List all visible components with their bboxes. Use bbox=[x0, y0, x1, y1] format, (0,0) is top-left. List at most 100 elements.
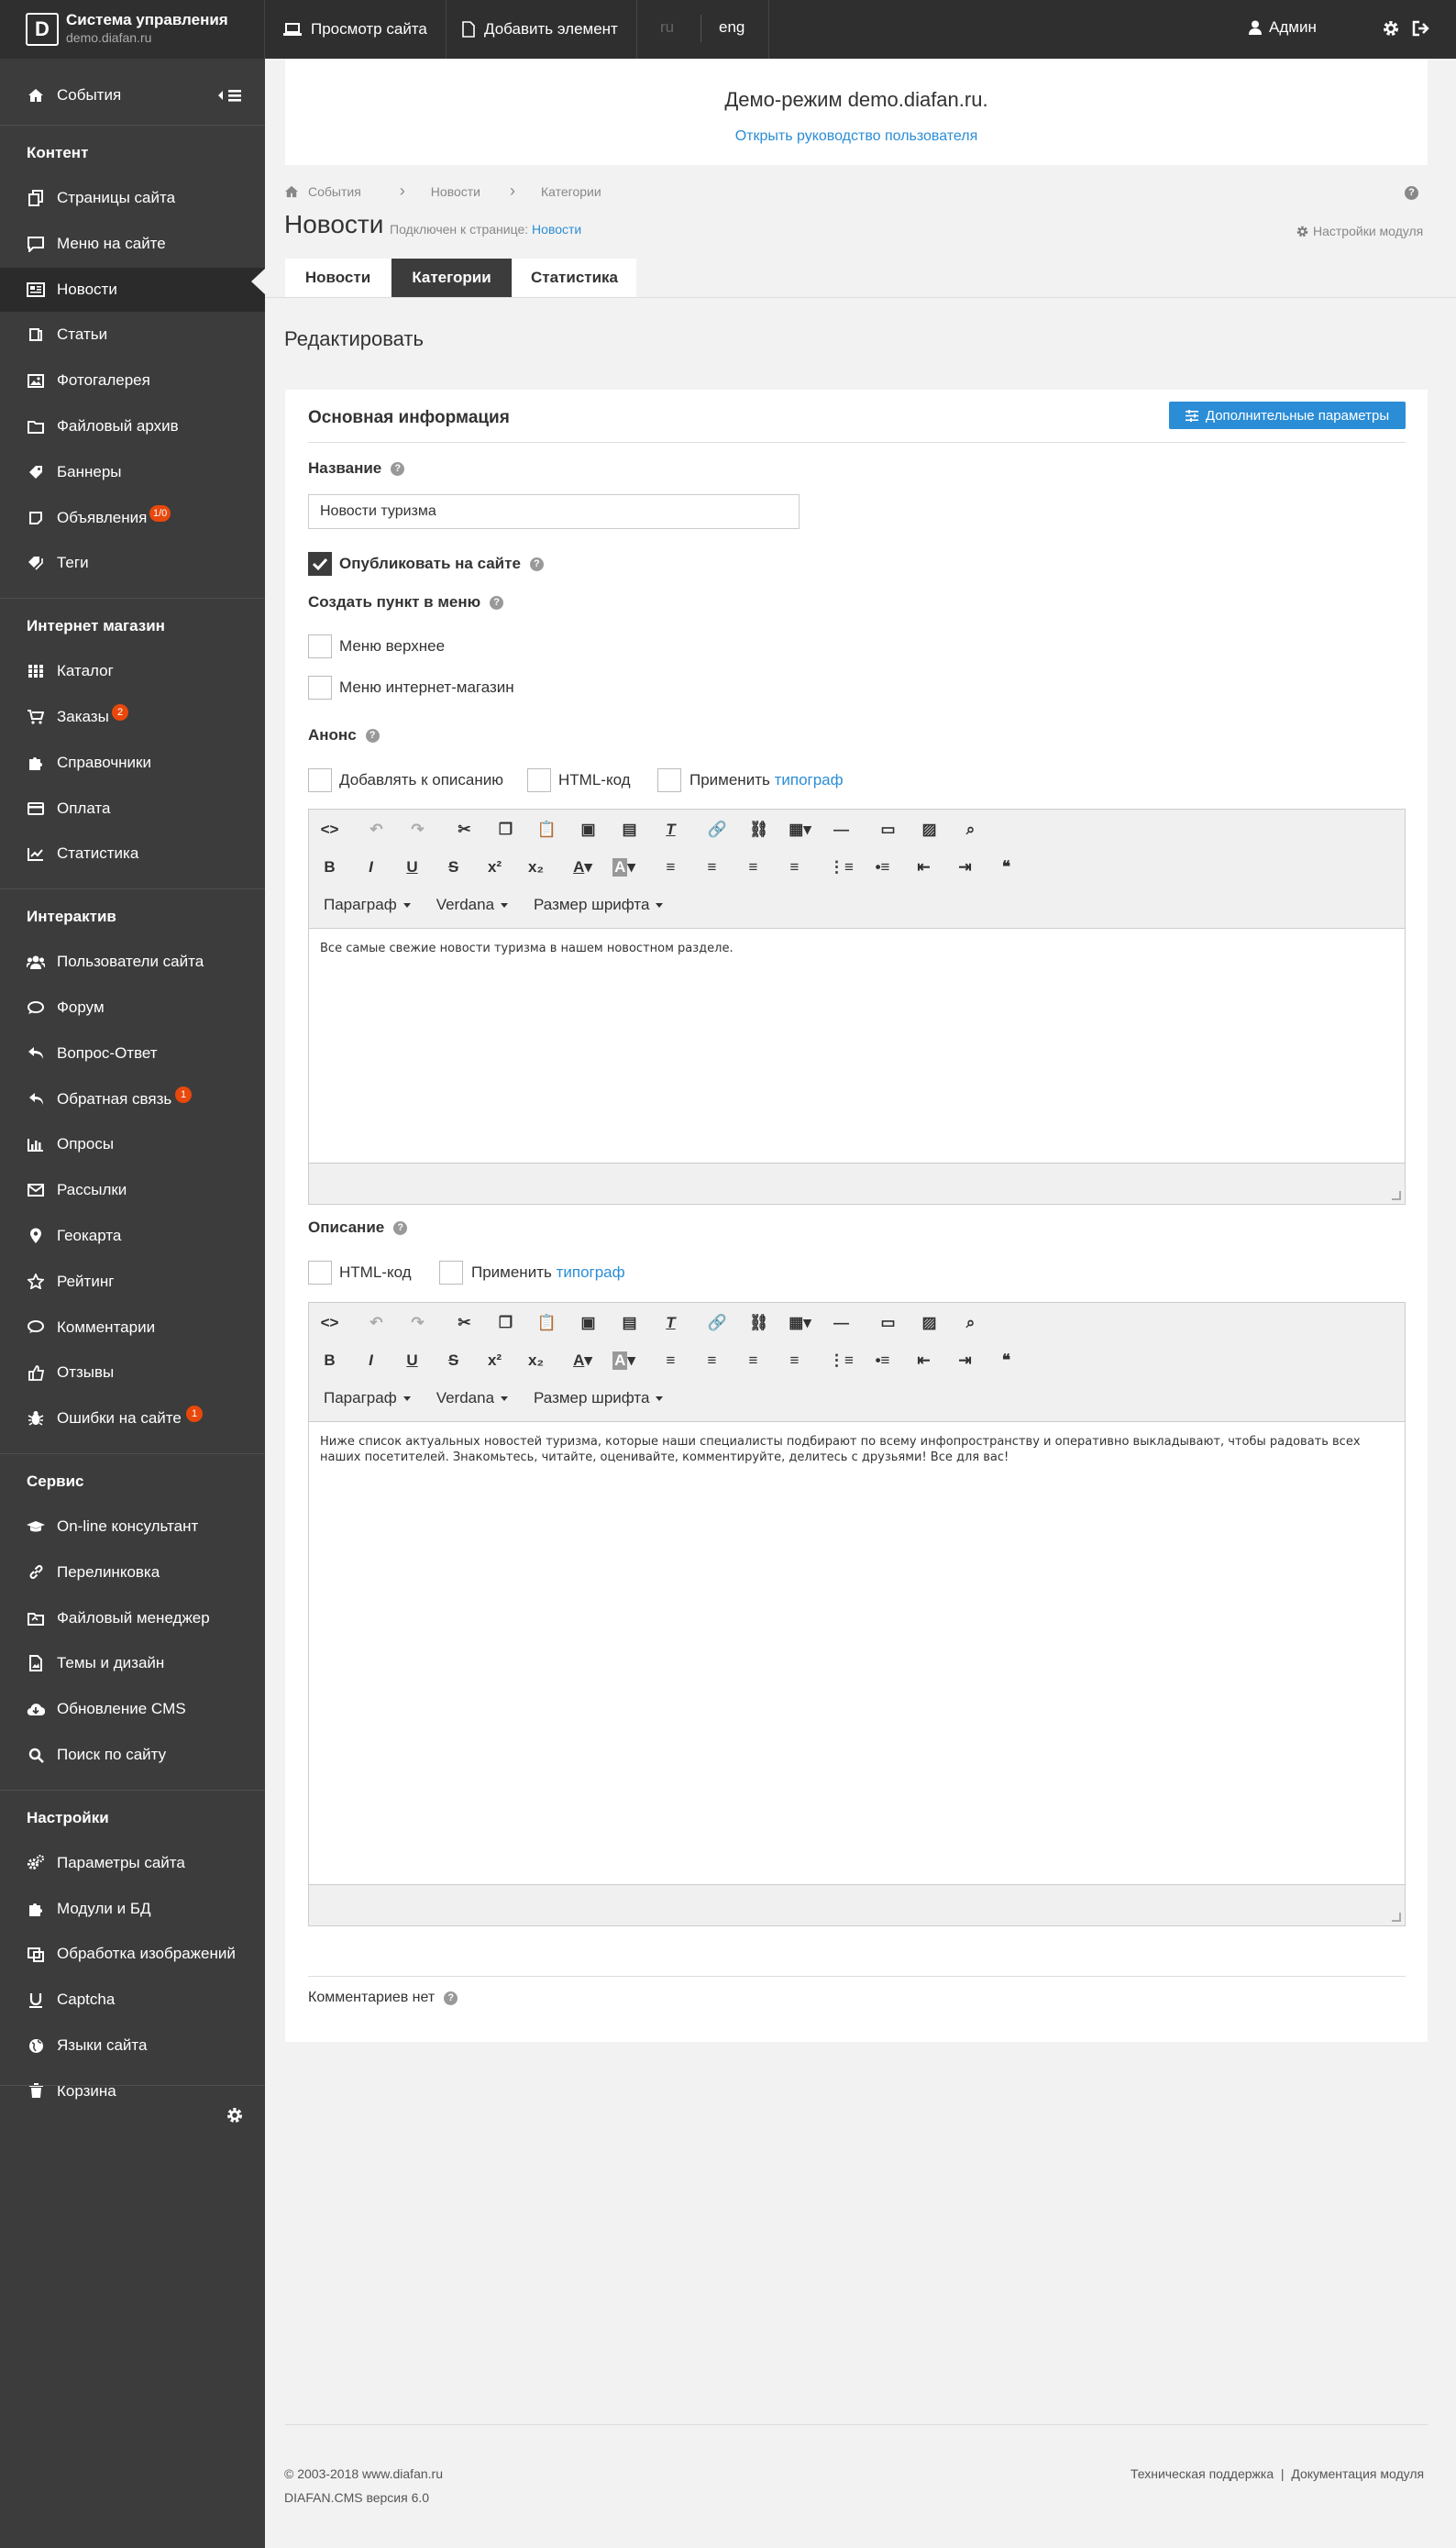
sidebar-item[interactable]: Отзывы bbox=[0, 1351, 265, 1395]
sidebar-item[interactable]: Страницы сайта bbox=[0, 176, 265, 220]
resize-grip-icon[interactable] bbox=[1392, 1191, 1401, 1200]
strikethrough-icon[interactable]: S bbox=[433, 851, 474, 884]
sidebar-item[interactable]: Корзина bbox=[0, 2069, 265, 2113]
cut-icon[interactable]: ✂ bbox=[444, 1307, 485, 1340]
sidebar-item-events[interactable]: События bbox=[0, 73, 265, 117]
remove-format-icon[interactable]: T bbox=[650, 1307, 691, 1340]
subscript-icon[interactable]: x₂ bbox=[515, 851, 557, 884]
publish-checkbox[interactable] bbox=[308, 552, 332, 576]
image-icon[interactable]: ▨ bbox=[909, 1307, 950, 1340]
tab-news[interactable]: Новости bbox=[285, 259, 391, 297]
unlink-icon[interactable]: ⛓ bbox=[738, 1307, 779, 1340]
sidebar-settings-gear-icon[interactable] bbox=[226, 2107, 243, 2123]
ordered-list-icon[interactable]: ⋮≡ bbox=[821, 851, 862, 884]
outdent-icon[interactable]: ⇤ bbox=[903, 1344, 944, 1377]
font-size-dropdown[interactable]: Размер шрифта bbox=[521, 896, 676, 914]
help-icon[interactable]: ? bbox=[391, 461, 405, 476]
image-manager-icon[interactable]: ⌕ bbox=[950, 813, 991, 846]
connected-page-link[interactable]: Новости bbox=[532, 222, 581, 237]
table-icon[interactable]: ▦▾ bbox=[779, 813, 821, 846]
unordered-list-icon[interactable]: •≡ bbox=[862, 851, 903, 884]
sidebar-item[interactable]: Пользователи сайта bbox=[0, 940, 265, 984]
media-icon[interactable]: ▭ bbox=[867, 813, 909, 846]
link-icon[interactable]: 🔗 bbox=[697, 813, 738, 846]
tab-categories[interactable]: Категории bbox=[392, 259, 512, 297]
desc-html-checkbox[interactable] bbox=[308, 1261, 332, 1285]
sidebar-item[interactable]: Перелинковка bbox=[0, 1550, 265, 1594]
help-icon[interactable]: ? bbox=[490, 595, 504, 610]
image-manager-icon[interactable]: ⌕ bbox=[950, 1307, 991, 1340]
sidebar-item[interactable]: Обновление CMS bbox=[0, 1687, 265, 1731]
superscript-icon[interactable]: x² bbox=[474, 1344, 515, 1377]
support-link[interactable]: Техническая поддержка bbox=[1131, 2466, 1274, 2481]
bg-color-icon[interactable]: A ▾ bbox=[603, 1344, 645, 1377]
subscript-icon[interactable]: x₂ bbox=[515, 1344, 557, 1377]
align-justify-icon[interactable]: ≡ bbox=[774, 851, 815, 884]
horizontal-rule-icon[interactable]: — bbox=[821, 1307, 862, 1340]
sidebar-item[interactable]: Заказы 2 bbox=[0, 695, 265, 739]
add-element-button[interactable]: Добавить элемент bbox=[444, 0, 637, 59]
bold-icon[interactable]: B bbox=[309, 1344, 350, 1377]
help-icon[interactable]: ? bbox=[365, 728, 380, 743]
sidebar-item[interactable]: Языки сайта bbox=[0, 2024, 265, 2068]
align-justify-icon[interactable]: ≡ bbox=[774, 1344, 815, 1377]
ordered-list-icon[interactable]: ⋮≡ bbox=[821, 1344, 862, 1377]
source-code-icon[interactable]: <> bbox=[309, 1307, 350, 1340]
gear-icon[interactable] bbox=[1383, 20, 1399, 37]
sidebar-item[interactable]: Оплата bbox=[0, 787, 265, 831]
sidebar-item[interactable]: Статьи bbox=[0, 313, 265, 357]
paragraph-dropdown[interactable]: Параграф bbox=[311, 1389, 424, 1407]
sidebar-item[interactable]: Справочники bbox=[0, 741, 265, 785]
sidebar-item[interactable]: Обратная связь 1 bbox=[0, 1077, 265, 1121]
paste-word-icon[interactable]: ▤ bbox=[609, 1307, 650, 1340]
underline-icon[interactable]: U bbox=[392, 1344, 433, 1377]
sidebar-item[interactable]: Модули и БД bbox=[0, 1887, 265, 1931]
media-icon[interactable]: ▭ bbox=[867, 1307, 909, 1340]
align-right-icon[interactable]: ≡ bbox=[733, 851, 774, 884]
resize-grip-icon[interactable] bbox=[1392, 1913, 1401, 1922]
help-icon[interactable]: ? bbox=[529, 557, 544, 571]
blockquote-icon[interactable]: ❝ bbox=[986, 851, 1027, 884]
sidebar-item[interactable]: Меню на сайте bbox=[0, 222, 265, 266]
sidebar-item[interactable]: Параметры сайта bbox=[0, 1841, 265, 1885]
sidebar-item[interactable]: Новости bbox=[0, 267, 265, 312]
unordered-list-icon[interactable]: •≡ bbox=[862, 1344, 903, 1377]
bg-color-icon[interactable]: A ▾ bbox=[603, 851, 645, 884]
help-icon[interactable]: ? bbox=[393, 1220, 408, 1235]
blockquote-icon[interactable]: ❝ bbox=[986, 1344, 1027, 1377]
anons-typograf-checkbox[interactable] bbox=[657, 768, 681, 792]
source-code-icon[interactable]: <> bbox=[309, 813, 350, 846]
anons-html-checkbox[interactable] bbox=[527, 768, 551, 792]
image-icon[interactable]: ▨ bbox=[909, 813, 950, 846]
anons-content[interactable]: Все самые свежие новости туризма в нашем… bbox=[320, 941, 1393, 956]
sidebar-item[interactable]: Статистика bbox=[0, 832, 265, 876]
sidebar-item[interactable]: Опросы bbox=[0, 1122, 265, 1166]
indent-icon[interactable]: ⇥ bbox=[944, 851, 986, 884]
collapse-menu-icon[interactable] bbox=[217, 88, 247, 103]
remove-format-icon[interactable]: T bbox=[650, 813, 691, 846]
module-settings-link[interactable]: Настройки модуля bbox=[1296, 224, 1423, 238]
sidebar-item[interactable]: Файловый менеджер bbox=[0, 1596, 265, 1640]
tab-statistics[interactable]: Статистика bbox=[513, 259, 636, 297]
breadcrumb-item[interactable]: Категории bbox=[541, 184, 601, 199]
paste-word-icon[interactable]: ▤ bbox=[609, 813, 650, 846]
superscript-icon[interactable]: x² bbox=[474, 851, 515, 884]
copy-icon[interactable]: ❐ bbox=[485, 813, 526, 846]
outdent-icon[interactable]: ⇤ bbox=[903, 851, 944, 884]
paste-text-icon[interactable]: ▣ bbox=[568, 813, 609, 846]
lang-ru[interactable]: ru bbox=[660, 18, 674, 37]
paste-icon[interactable]: 📋 bbox=[526, 1307, 568, 1340]
text-color-icon[interactable]: A ▾ bbox=[562, 1344, 603, 1377]
sidebar-item[interactable]: Файловый архив bbox=[0, 404, 265, 448]
help-icon[interactable]: ? bbox=[444, 1991, 458, 2005]
sidebar-item[interactable]: Captcha bbox=[0, 1978, 265, 2022]
sidebar-item[interactable]: Поиск по сайту bbox=[0, 1733, 265, 1777]
undo-icon[interactable]: ↶ bbox=[356, 813, 397, 846]
breadcrumb-item[interactable]: Новости bbox=[431, 184, 480, 199]
breadcrumb-item[interactable]: События bbox=[308, 184, 361, 199]
link-icon[interactable]: 🔗 bbox=[697, 1307, 738, 1340]
sidebar-item[interactable]: Фотогалерея bbox=[0, 358, 265, 403]
view-site-button[interactable]: Просмотр сайта bbox=[265, 0, 447, 59]
paste-icon[interactable]: 📋 bbox=[526, 813, 568, 846]
italic-icon[interactable]: I bbox=[350, 1344, 392, 1377]
